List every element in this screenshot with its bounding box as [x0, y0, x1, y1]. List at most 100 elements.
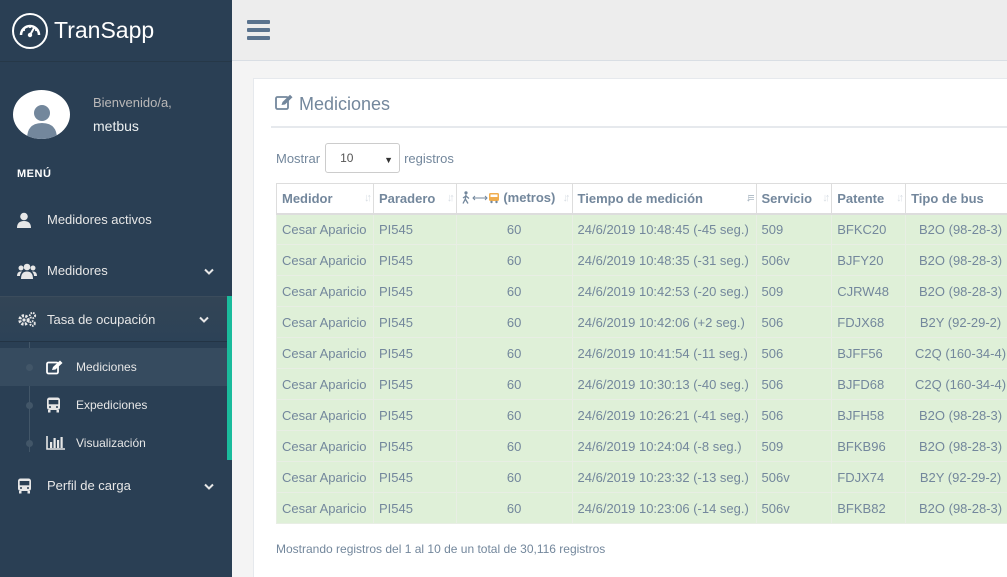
sidebar-subitem-label: Expediciones [76, 398, 148, 412]
sidebar-item-medidores[interactable]: Medidores [0, 245, 232, 296]
table-cell: 24/6/2019 10:48:45 (-45 seg.) [571, 213, 757, 245]
sidebar-subitem-label: Mediciones [76, 360, 137, 374]
edit-icon [46, 360, 66, 375]
sidebar-subitem-expediciones[interactable]: Expediciones [0, 386, 227, 424]
table-cell: 24/6/2019 10:23:06 (-14 seg.) [571, 492, 757, 524]
sidebar-subitem-label: Visualización [76, 436, 146, 450]
table-cell: BJFD68 [831, 368, 907, 400]
bus-icon [17, 478, 39, 494]
table-cell: PI545 [372, 492, 457, 524]
sort-icon: ↓↑ [363, 192, 372, 204]
chevron-down-icon [204, 478, 214, 493]
sidebar-item-label: Medidores activos [47, 212, 152, 227]
column-header-distancia[interactable]: (metros) ↓↑ [455, 183, 573, 215]
table-row[interactable]: Cesar Aparicio PI545 60 24/6/2019 10:30:13 … [276, 368, 1007, 400]
top-navbar [232, 0, 1007, 61]
table-row[interactable]: Cesar Aparicio PI545 60 24/6/2019 10:23:06 … [276, 492, 1007, 524]
table-cell: 24/6/2019 10:30:13 (-40 seg.) [571, 368, 757, 400]
walk-to-bus-icon [462, 190, 500, 207]
table-cell: B2O (98-28-3) [905, 244, 1007, 276]
users-icon [17, 263, 39, 279]
menu-toggle-icon[interactable] [247, 20, 270, 40]
table-cell: FDJX74 [831, 461, 907, 493]
column-header-paradero[interactable]: Paradero ↓↑ [372, 183, 457, 215]
table-row[interactable]: Cesar Aparicio PI545 60 24/6/2019 10:41:54 … [276, 337, 1007, 369]
welcome-text: Bienvenido/a, [93, 94, 172, 110]
table-row[interactable]: Cesar Aparicio PI545 60 24/6/2019 10:23:32 … [276, 461, 1007, 493]
sidebar: TranSapp Bienvenido/a, metbus MENÚ Medid… [0, 0, 232, 577]
table-cell: 506 [755, 368, 833, 400]
table-cell: C2Q (160-34-4) [905, 337, 1007, 369]
header-label: Medidor [282, 190, 333, 206]
sidebar-item-tasa-de-ocupacion[interactable]: Tasa de ocupación [0, 296, 232, 342]
sidebar-item-perfil-de-carga[interactable]: Perfil de carga [0, 460, 232, 511]
table-row[interactable]: Cesar Aparicio PI545 60 24/6/2019 10:26:21 … [276, 399, 1007, 431]
sort-icon: ↓↑ [562, 192, 571, 204]
table-cell: 24/6/2019 10:42:53 (-20 seg.) [571, 275, 757, 307]
table-cell: 24/6/2019 10:41:54 (-11 seg.) [571, 337, 757, 369]
sort-icon: ↓↑ [822, 192, 830, 204]
table-cell: 24/6/2019 10:48:35 (-31 seg.) [571, 244, 757, 276]
dashboard-gauge-icon [12, 12, 48, 49]
column-header-medidor[interactable]: Medidor ↓↑ [276, 183, 374, 215]
sidebar-item-medidores-activos[interactable]: Medidores activos [0, 194, 232, 245]
profile: Bienvenido/a, metbus [0, 74, 232, 154]
sidebar-subitem-mediciones[interactable]: Mediciones [0, 348, 227, 386]
table-cell: B2Y (92-29-2) [905, 306, 1007, 338]
table-cell: 506v [755, 492, 833, 524]
app-title: TranSapp [54, 17, 155, 43]
table-cell: Cesar Aparicio [276, 275, 374, 307]
page-length-value: 10 [340, 151, 354, 165]
column-header-patente[interactable]: Patente ↓↑ [831, 183, 907, 215]
table-cell: Cesar Aparicio [276, 461, 374, 493]
sidebar-subitem-visualizacion[interactable]: Visualización [0, 424, 227, 462]
table-cell: Cesar Aparicio [276, 337, 374, 369]
table-cell: PI545 [372, 275, 457, 307]
table-cell: Cesar Aparicio [276, 306, 374, 338]
table-cell: B2O (98-28-3) [905, 275, 1007, 307]
length-suffix: registros [404, 150, 454, 166]
table-cell: 509 [755, 430, 833, 462]
header-label: Paradero [378, 190, 436, 206]
table-row[interactable]: Cesar Aparicio PI545 60 24/6/2019 10:48:35 … [276, 244, 1007, 276]
sidebar-item-label: Tasa de ocupación [47, 311, 156, 327]
page-length-select[interactable]: 10 ▼ [325, 143, 401, 173]
divider [271, 126, 1007, 128]
column-header-tipo-de-bus[interactable]: Tipo de bus↓↑ [905, 183, 1007, 215]
table-cell: 506v [755, 461, 833, 493]
table-cell: 509 [755, 213, 833, 245]
sidebar-item-label: Medidores [47, 263, 108, 278]
table-row[interactable]: Cesar Aparicio PI545 60 24/6/2019 10:42:53 … [276, 275, 1007, 307]
table-cell: 60 [455, 337, 573, 369]
header-label: Tipo de bus [911, 190, 984, 206]
header-label: Patente [837, 190, 885, 206]
mediciones-table: Medidor ↓↑ Paradero ↓↑ (metros) ↓↑ Tiemp… [276, 183, 1007, 524]
column-header-tiempo[interactable]: Tiempo de medición ↓≡ [571, 183, 757, 215]
table-cell: Cesar Aparicio [276, 368, 374, 400]
chevron-down-icon [199, 312, 209, 327]
edit-icon [275, 94, 294, 115]
table-cell: PI545 [372, 430, 457, 462]
gears-icon [17, 311, 39, 327]
table-row[interactable]: Cesar Aparicio PI545 60 24/6/2019 10:48:45 … [276, 213, 1007, 245]
table-row[interactable]: Cesar Aparicio PI545 60 24/6/2019 10:42:06 … [276, 306, 1007, 338]
table-cell: 506 [755, 306, 833, 338]
table-cell: PI545 [372, 461, 457, 493]
submenu-tasa-de-ocupacion: Mediciones Expediciones Visualización [0, 342, 232, 460]
table-cell: 506 [755, 399, 833, 431]
column-header-servicio[interactable]: Servicio ↓↑ [755, 183, 833, 215]
mediciones-panel: Mediciones Mostrar 10 ▼ registros Medido… [253, 78, 1007, 577]
table-row[interactable]: Cesar Aparicio PI545 60 24/6/2019 10:24:04 … [276, 430, 1007, 462]
table-cell: 60 [455, 399, 573, 431]
table-cell: 60 [455, 213, 573, 245]
brand[interactable]: TranSapp [0, 0, 232, 62]
table-cell: BFKB96 [831, 430, 907, 462]
table-cell: Cesar Aparicio [276, 213, 374, 245]
avatar [13, 89, 70, 139]
table-cell: B2O (98-28-3) [905, 430, 1007, 462]
table-cell: 24/6/2019 10:26:21 (-41 seg.) [571, 399, 757, 431]
table-cell: B2Y (92-29-2) [905, 461, 1007, 493]
table-cell: 24/6/2019 10:23:32 (-13 seg.) [571, 461, 757, 493]
table-cell: BJFF56 [831, 337, 907, 369]
table-cell: 60 [455, 368, 573, 400]
